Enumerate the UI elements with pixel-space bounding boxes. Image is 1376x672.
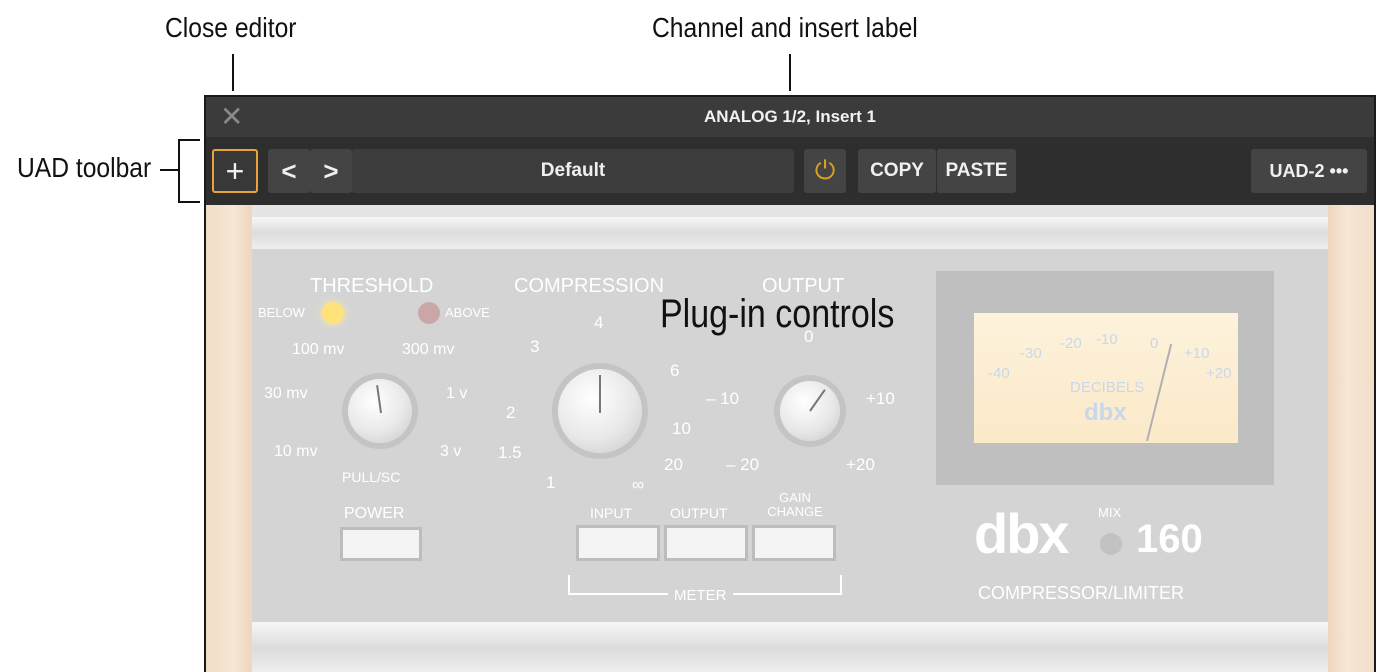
mix-knob[interactable] bbox=[1100, 533, 1122, 555]
preset-name-field[interactable]: Default bbox=[352, 149, 794, 193]
model-number: 160 bbox=[1136, 517, 1203, 561]
threshold-3v: 3 v bbox=[440, 443, 462, 460]
compression-4: 4 bbox=[594, 313, 604, 332]
compressor-limiter-label: COMPRESSOR/LIMITER bbox=[978, 583, 1185, 603]
callout-close-editor-line bbox=[232, 54, 234, 91]
above-led bbox=[418, 302, 440, 324]
compression-infinity: ∞ bbox=[632, 475, 645, 494]
mix-label: MIX bbox=[1098, 505, 1122, 520]
title-bar: ✕ ANALOG 1/2, Insert 1 bbox=[206, 97, 1374, 137]
above-label: ABOVE bbox=[445, 305, 490, 320]
below-led bbox=[322, 302, 344, 324]
compression-knob-pointer bbox=[599, 375, 601, 413]
wood-side-left bbox=[206, 205, 252, 672]
hardware-power-switch[interactable] bbox=[340, 527, 422, 561]
vu-minus-30: -30 bbox=[1020, 345, 1042, 362]
rack-rail-top bbox=[252, 217, 1328, 249]
callout-uad-toolbar-line bbox=[160, 169, 178, 171]
meter-output-button[interactable] bbox=[664, 525, 748, 561]
callout-uad-toolbar-bracket bbox=[178, 139, 180, 203]
callout-uad-toolbar-bracket-bottom bbox=[178, 201, 200, 203]
output-minus-20: – 20 bbox=[726, 455, 760, 474]
compression-1-5: 1.5 bbox=[498, 443, 522, 462]
pull-sc-label: PULL/SC bbox=[342, 469, 401, 485]
callout-channel-label-line bbox=[789, 54, 791, 91]
compression-knob[interactable] bbox=[558, 369, 642, 453]
power-button[interactable]: ⏻ bbox=[804, 149, 846, 193]
power-label: POWER bbox=[344, 505, 405, 522]
vu-decibels-label: DECIBELS bbox=[1070, 379, 1145, 396]
vu-0: 0 bbox=[1150, 335, 1159, 352]
vu-needle bbox=[1146, 343, 1173, 442]
plugin-editor-window: ✕ ANALOG 1/2, Insert 1 + < > Default ⏻ C… bbox=[204, 95, 1376, 672]
rack-rail-bottom bbox=[252, 622, 1328, 672]
copy-button[interactable]: COPY bbox=[858, 149, 936, 193]
callout-uad-toolbar-bracket-top bbox=[178, 139, 200, 141]
output-minus-10: – 10 bbox=[706, 389, 740, 408]
compression-20: 20 bbox=[664, 455, 683, 474]
callout-channel-label: Channel and insert label bbox=[652, 12, 918, 43]
vu-minus-10: -10 bbox=[1096, 331, 1118, 348]
chevron-left-icon: < bbox=[281, 155, 297, 186]
dbx-logo: dbx bbox=[974, 502, 1070, 565]
output-plus-20: +20 bbox=[846, 455, 875, 474]
compression-2: 2 bbox=[506, 403, 516, 422]
add-plugin-button[interactable]: + bbox=[212, 149, 258, 193]
power-icon: ⏻ bbox=[814, 155, 836, 185]
plus-icon: + bbox=[225, 152, 245, 189]
output-knob[interactable] bbox=[780, 381, 840, 441]
threshold-label: THRESHOLD bbox=[310, 275, 434, 297]
compression-10: 10 bbox=[672, 419, 691, 438]
vu-plus-10: +10 bbox=[1184, 345, 1210, 362]
vu-minus-20: -20 bbox=[1060, 335, 1082, 352]
vu-meter-face: -40 -30 -20 -10 0 +10 +20 DECIBELS dbx bbox=[974, 313, 1238, 443]
chevron-right-icon: > bbox=[323, 155, 339, 186]
channel-insert-label: ANALOG 1/2, Insert 1 bbox=[704, 107, 876, 126]
compression-1: 1 bbox=[546, 473, 556, 492]
callout-uad-toolbar: UAD toolbar bbox=[17, 152, 152, 183]
meter-output-label: OUTPUT bbox=[670, 505, 728, 521]
meter-input-label: INPUT bbox=[590, 505, 632, 521]
output-plus-10: +10 bbox=[866, 389, 895, 408]
plugin-panel: THRESHOLD BELOW ABOVE 100 mv 300 mv 30 m… bbox=[206, 205, 1374, 672]
vu-brand-logo: dbx bbox=[1084, 399, 1127, 426]
compression-6: 6 bbox=[670, 361, 680, 380]
compression-label: COMPRESSION bbox=[514, 275, 665, 297]
wood-side-right bbox=[1328, 205, 1374, 672]
compression-3: 3 bbox=[530, 337, 540, 356]
callout-plugin-controls: Plug-in controls bbox=[660, 292, 895, 336]
meter-gain-change-button[interactable] bbox=[752, 525, 836, 561]
meter-gain-change-label: GAIN CHANGE bbox=[767, 490, 823, 519]
threshold-30mv: 30 mv bbox=[264, 385, 308, 402]
threshold-knob[interactable] bbox=[348, 379, 412, 443]
callout-close-editor: Close editor bbox=[165, 12, 297, 43]
uad-toolbar: + < > Default ⏻ COPY PASTE UAD-2 ••• bbox=[206, 137, 1374, 205]
preset-next-button[interactable]: > bbox=[310, 149, 352, 193]
threshold-300mv: 300 mv bbox=[402, 341, 455, 358]
output-knob-pointer bbox=[809, 389, 826, 412]
vu-plus-20: +20 bbox=[1206, 365, 1232, 382]
vu-minus-40: -40 bbox=[988, 365, 1010, 382]
threshold-knob-pointer bbox=[376, 385, 382, 414]
below-label: BELOW bbox=[258, 305, 305, 320]
meter-label: METER bbox=[668, 587, 733, 604]
threshold-10mv: 10 mv bbox=[274, 443, 318, 460]
paste-button[interactable]: PASTE bbox=[936, 149, 1016, 193]
meter-input-button[interactable] bbox=[576, 525, 660, 561]
uad-menu-button[interactable]: UAD-2 ••• bbox=[1251, 149, 1367, 193]
preset-prev-button[interactable]: < bbox=[268, 149, 310, 193]
threshold-1v: 1 v bbox=[446, 385, 468, 402]
threshold-100mv: 100 mv bbox=[292, 341, 345, 358]
